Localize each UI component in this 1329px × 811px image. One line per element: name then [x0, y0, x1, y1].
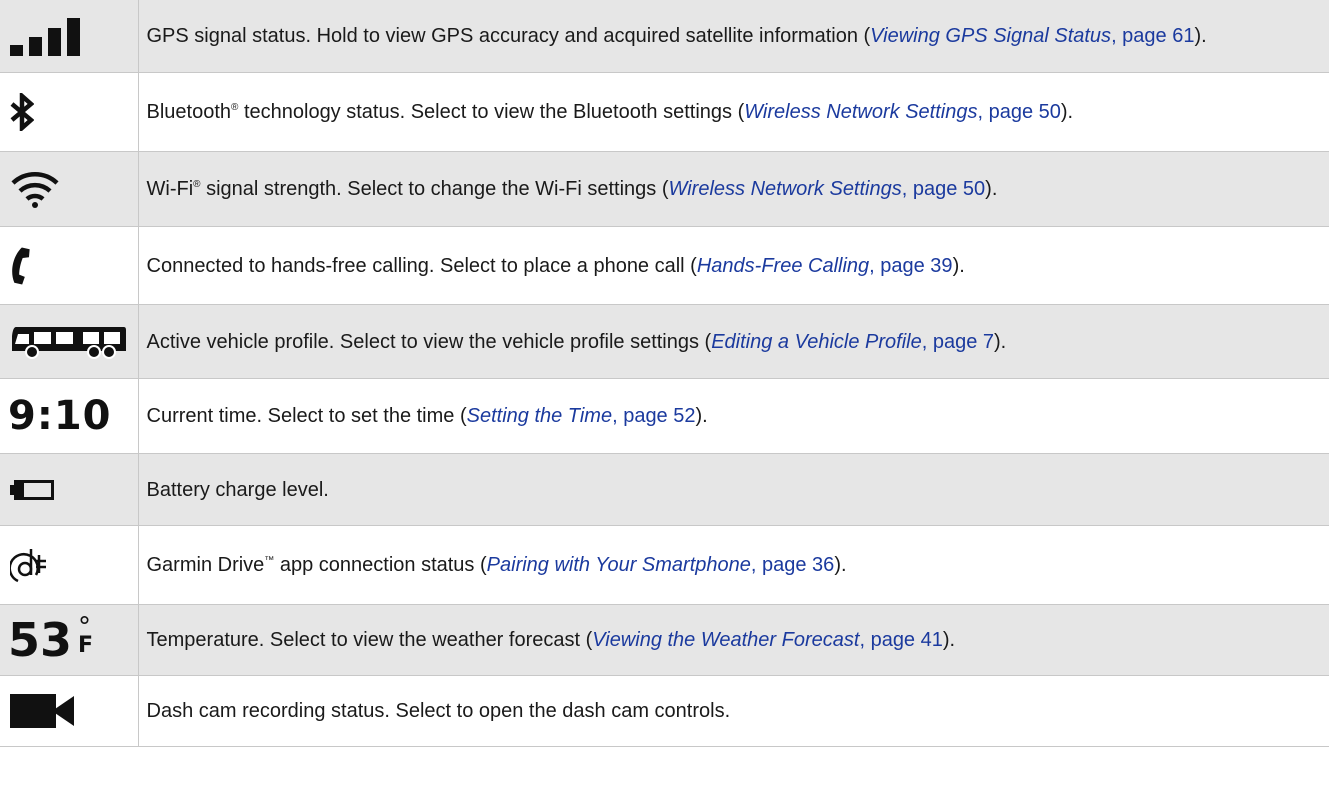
cross-reference-link[interactable]: Wireless Network Settings, page 50	[669, 178, 986, 200]
cross-reference-link[interactable]: Hands-Free Calling, page 39	[697, 255, 953, 277]
cross-reference-link[interactable]: Viewing GPS Signal Status, page 61	[870, 25, 1194, 47]
bluetooth-icon	[10, 93, 34, 131]
table-row: Connected to hands-free calling. Select …	[0, 226, 1329, 305]
table-row: Wi-Fi® signal strength. Select to change…	[0, 151, 1329, 227]
cross-reference-link[interactable]: Wireless Network Settings, page 50	[744, 101, 1061, 123]
cross-reference-link[interactable]: Editing a Vehicle Profile, page 7	[711, 331, 994, 353]
vehicle-profile-description: Active vehicle profile. Select to view t…	[138, 304, 1329, 379]
current-time-description: Current time. Select to set the time (Se…	[138, 378, 1329, 454]
bluetooth-status-description: Bluetooth® technology status. Select to …	[138, 72, 1329, 152]
dash-cam-description: Dash cam recording status. Select to ope…	[138, 675, 1329, 747]
cross-reference-link[interactable]: Viewing the Weather Forecast, page 41	[592, 629, 943, 651]
table-row: Garmin Drive™ app connection status (Pai…	[0, 525, 1329, 605]
cross-reference-link[interactable]: Pairing with Your Smartphone, page 36	[487, 554, 835, 576]
garmin-drive-description: Garmin Drive™ app connection status (Pai…	[138, 525, 1329, 605]
cross-reference-link[interactable]: Setting the Time, page 52	[467, 405, 696, 427]
temperature-description: Temperature. Select to view the weather …	[138, 604, 1329, 676]
dash-cam-icon	[10, 694, 74, 728]
table-row: Bluetooth® technology status. Select to …	[0, 72, 1329, 152]
battery-icon	[10, 479, 54, 500]
phone-icon	[12, 247, 30, 284]
wifi-icon	[11, 172, 59, 208]
table-row: Active vehicle profile. Select to view t…	[0, 304, 1329, 379]
table-row: Battery charge level.	[0, 453, 1329, 526]
table-row: GPS signal status. Hold to view GPS accu…	[0, 0, 1329, 73]
table-row: 53 ° F Temperature. Select to view the wea…	[0, 604, 1329, 676]
current-time-icon: 9:10	[8, 393, 112, 439]
gps-status-description: GPS signal status. Hold to view GPS accu…	[138, 0, 1329, 73]
phone-status-description: Connected to hands-free calling. Select …	[138, 226, 1329, 305]
table-row: Dash cam recording status. Select to ope…	[0, 675, 1329, 747]
garmin-drive-icon	[10, 549, 46, 583]
gps-signal-bars-icon	[10, 18, 80, 56]
temperature-icon: 53 ° F	[8, 612, 94, 667]
table-row: 9:10 Current time. Select to set the tim…	[0, 378, 1329, 454]
battery-description: Battery charge level.	[138, 453, 1329, 526]
wifi-status-description: Wi-Fi® signal strength. Select to change…	[138, 151, 1329, 227]
status-icon-table: GPS signal status. Hold to view GPS accu…	[0, 0, 1329, 747]
rv-vehicle-icon	[12, 326, 126, 359]
